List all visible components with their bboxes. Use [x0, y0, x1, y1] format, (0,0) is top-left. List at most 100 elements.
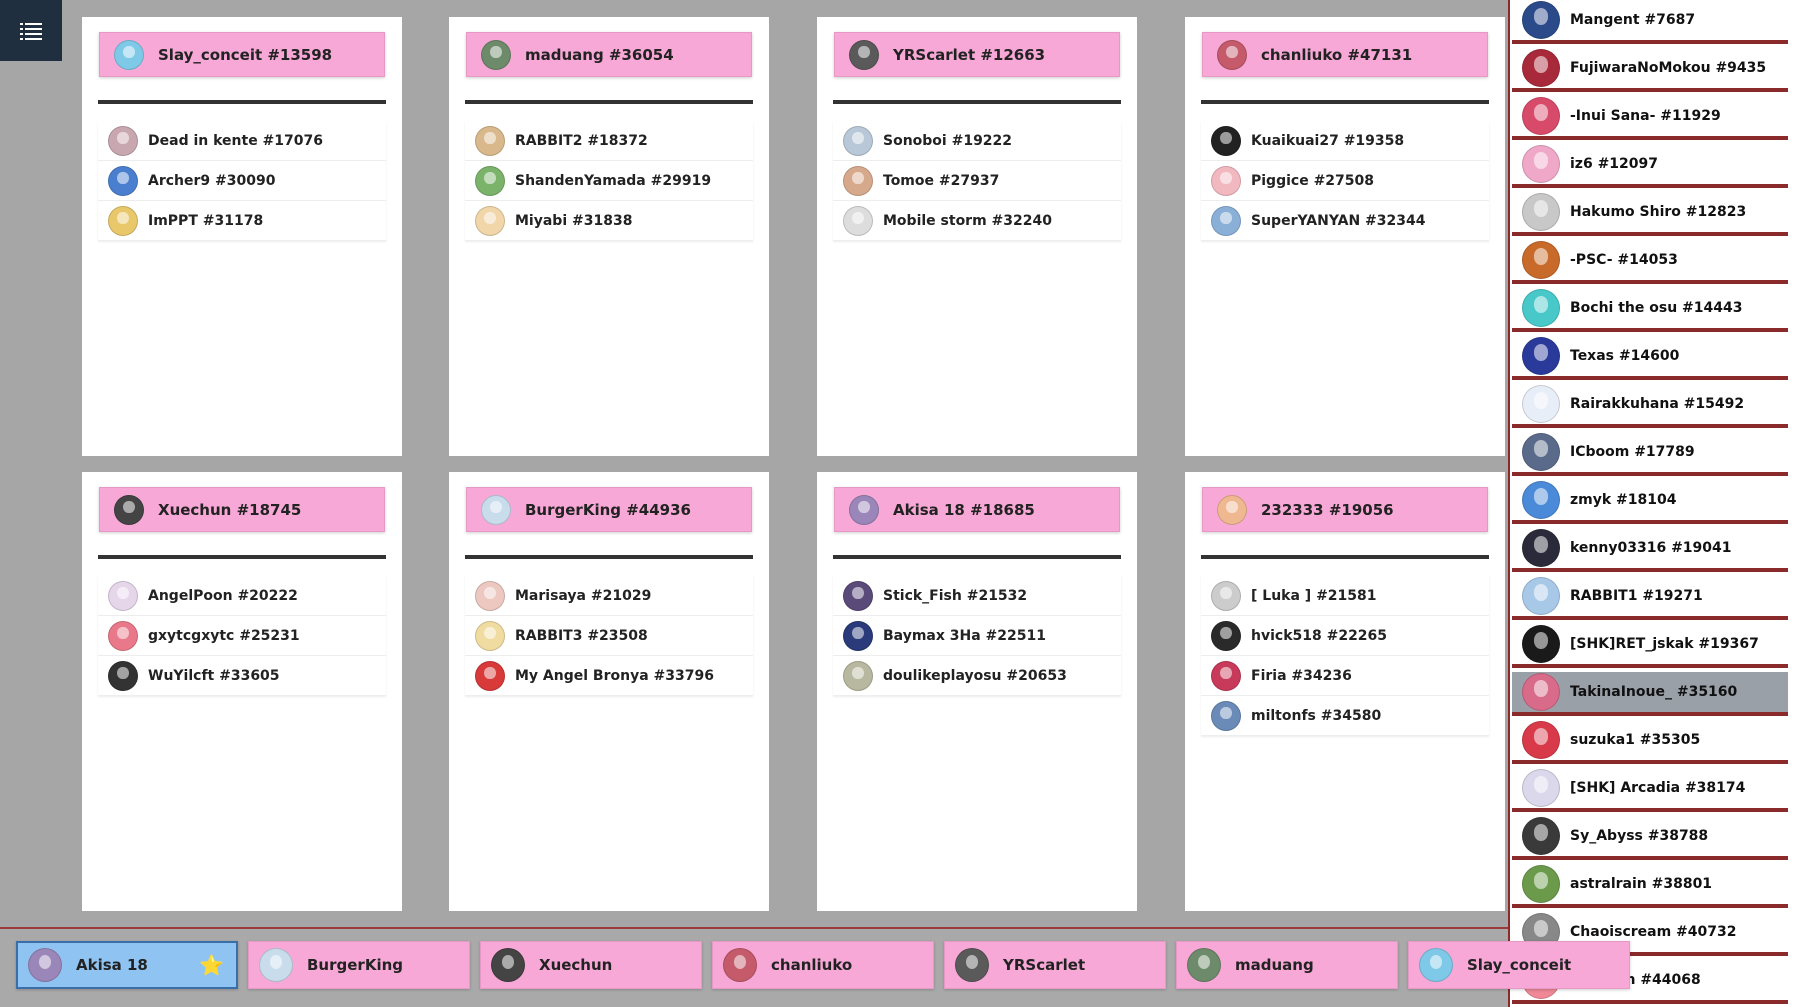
team-card: maduang #36054 RABBIT2 #18372 ShandenYamad… [449, 17, 769, 456]
sidebar-player-item[interactable]: RABBIT1 #19271 [1512, 576, 1788, 620]
player-name: -Inui Sana- #11929 [1570, 108, 1721, 124]
team-leader-header[interactable]: Slay_conceit #13598 [99, 32, 385, 77]
divider [1201, 555, 1489, 559]
member-name: Baymax 3Ha #22511 [883, 627, 1046, 644]
list-item[interactable]: Archer9 #30090 [98, 161, 386, 201]
avatar [108, 580, 138, 611]
sidebar-player-item[interactable]: suzuka1 #35305 [1512, 720, 1788, 764]
list-item[interactable]: Piggice #27508 [1201, 161, 1489, 201]
list-item[interactable]: RABBIT3 #23508 [465, 616, 753, 656]
team-leader-header[interactable]: YRScarlet #12663 [834, 32, 1120, 77]
team-card: 232333 #19056 [ Luka ] #21581 hvick518 #22… [1185, 472, 1505, 911]
sidebar-player-item[interactable]: ICboom #17789 [1512, 432, 1788, 476]
team-leader-header[interactable]: Xuechun #18745 [99, 487, 385, 532]
player-name: astralrain #38801 [1570, 876, 1713, 892]
sidebar-player-item[interactable]: Sy_Abyss #38788 [1512, 816, 1788, 860]
sidebar-player-item[interactable]: iz6 #12097 [1512, 144, 1788, 188]
list-item[interactable]: [ Luka ] #21581 [1201, 576, 1489, 616]
list-item[interactable]: AngelPoon #20222 [98, 576, 386, 616]
tab-team[interactable]: maduang [1176, 941, 1398, 989]
team-leader-header[interactable]: BurgerKing #44936 [466, 487, 752, 532]
list-item[interactable]: ShandenYamada #29919 [465, 161, 753, 201]
sidebar-player-item[interactable]: TakinaInoue_ #35160 [1512, 672, 1788, 716]
avatar [723, 948, 757, 982]
tab-team[interactable]: YRScarlet [944, 941, 1166, 989]
sidebar-player-item[interactable]: zmyk #18104 [1512, 480, 1788, 524]
tab-team[interactable]: Slay_conceit [1408, 941, 1630, 989]
tab-label: YRScarlet [1003, 956, 1086, 974]
sidebar-player-item[interactable]: FujiwaraNoMokou #9435 [1512, 48, 1788, 92]
player-name: ICboom #17789 [1570, 444, 1695, 460]
team-card: Akisa 18 #18685 Stick_Fish #21532 Baymax 3… [817, 472, 1137, 911]
team-leader-header[interactable]: maduang #36054 [466, 32, 752, 77]
sidebar-player-item[interactable]: -PSC- #14053 [1512, 240, 1788, 284]
avatar [1211, 660, 1241, 691]
player-sidebar[interactable]: Mangent #7687 FujiwaraNoMokou #9435 -Inui … [1508, 0, 1795, 1007]
team-leader-name: Akisa 18 #18685 [893, 500, 1035, 519]
sidebar-player-item[interactable]: Texas #14600 [1512, 336, 1788, 380]
member-name: ShandenYamada #29919 [515, 172, 712, 189]
sidebar-player-item[interactable]: Hakumo Shiro #12823 [1512, 192, 1788, 236]
member-name: miltonfs #34580 [1251, 707, 1382, 724]
avatar [843, 125, 873, 156]
sidebar-player-item[interactable]: astralrain #38801 [1512, 864, 1788, 908]
list-item[interactable]: miltonfs #34580 [1201, 696, 1489, 736]
member-name: ImPPT #31178 [148, 212, 264, 229]
list-item[interactable]: My Angel Bronya #33796 [465, 656, 753, 696]
member-list: [ Luka ] #21581 hvick518 #22265 Firia #342… [1201, 576, 1489, 736]
avatar [108, 165, 138, 196]
avatar [1217, 494, 1247, 525]
avatar [1419, 948, 1453, 982]
team-leader-header[interactable]: Akisa 18 #18685 [834, 487, 1120, 532]
sidebar-player-item[interactable]: Rairakkuhana #15492 [1512, 384, 1788, 428]
member-list: Marisaya #21029 RABBIT3 #23508 My Angel Br… [465, 576, 753, 696]
avatar [1522, 385, 1560, 423]
avatar [1522, 577, 1560, 615]
member-name: Mobile storm #32240 [883, 212, 1052, 229]
sidebar-player-item[interactable]: -Inui Sana- #11929 [1512, 96, 1788, 140]
menu-button[interactable] [0, 0, 62, 61]
avatar [481, 39, 511, 70]
tab-team[interactable]: Akisa 18 ⭐ [16, 941, 238, 989]
tab-team[interactable]: chanliuko [712, 941, 934, 989]
list-item[interactable]: Marisaya #21029 [465, 576, 753, 616]
player-name: iz6 #12097 [1570, 156, 1658, 172]
list-item[interactable]: doulikeplayosu #20653 [833, 656, 1121, 696]
list-item[interactable]: WuYilcft #33605 [98, 656, 386, 696]
list-item[interactable]: hvick518 #22265 [1201, 616, 1489, 656]
team-leader-header[interactable]: chanliuko #47131 [1202, 32, 1488, 77]
sidebar-player-item[interactable]: kenny03316 #19041 [1512, 528, 1788, 572]
tab-team[interactable]: Xuechun [480, 941, 702, 989]
avatar [475, 165, 505, 196]
list-item[interactable]: Kuaikuai27 #19358 [1201, 121, 1489, 161]
list-item[interactable]: Mobile storm #32240 [833, 201, 1121, 241]
avatar [843, 580, 873, 611]
tab-label: BurgerKing [307, 956, 403, 974]
list-item[interactable]: Miyabi #31838 [465, 201, 753, 241]
player-name: Hakumo Shiro #12823 [1570, 204, 1747, 220]
list-item[interactable]: Stick_Fish #21532 [833, 576, 1121, 616]
avatar [1522, 769, 1560, 807]
team-leader-header[interactable]: 232333 #19056 [1202, 487, 1488, 532]
list-item[interactable]: RABBIT2 #18372 [465, 121, 753, 161]
list-item[interactable]: Tomoe #27937 [833, 161, 1121, 201]
tab-team[interactable]: BurgerKing [248, 941, 470, 989]
tab-label: Akisa 18 [76, 956, 148, 974]
list-item[interactable]: SuperYANYAN #32344 [1201, 201, 1489, 241]
sidebar-player-item[interactable]: Bochi the osu #14443 [1512, 288, 1788, 332]
list-item[interactable]: Sonoboi #19222 [833, 121, 1121, 161]
list-item[interactable]: Dead in kente #17076 [98, 121, 386, 161]
list-item[interactable]: gxytcgxytc #25231 [98, 616, 386, 656]
list-item[interactable]: ImPPT #31178 [98, 201, 386, 241]
sidebar-player-item[interactable]: [SHK]RET_jskak #19367 [1512, 624, 1788, 668]
sidebar-player-item[interactable]: [SHK] Arcadia #38174 [1512, 768, 1788, 812]
list-item[interactable]: Firia #34236 [1201, 656, 1489, 696]
team-tab-bar: Akisa 18 ⭐ BurgerKing Xuechun chanliuko YRSca… [0, 927, 1630, 1007]
avatar [491, 948, 525, 982]
avatar [1522, 673, 1560, 711]
divider [98, 100, 386, 104]
member-name: Piggice #27508 [1251, 172, 1375, 189]
player-name: zmyk #18104 [1570, 492, 1677, 508]
list-item[interactable]: Baymax 3Ha #22511 [833, 616, 1121, 656]
sidebar-player-item[interactable]: Mangent #7687 [1512, 0, 1788, 44]
